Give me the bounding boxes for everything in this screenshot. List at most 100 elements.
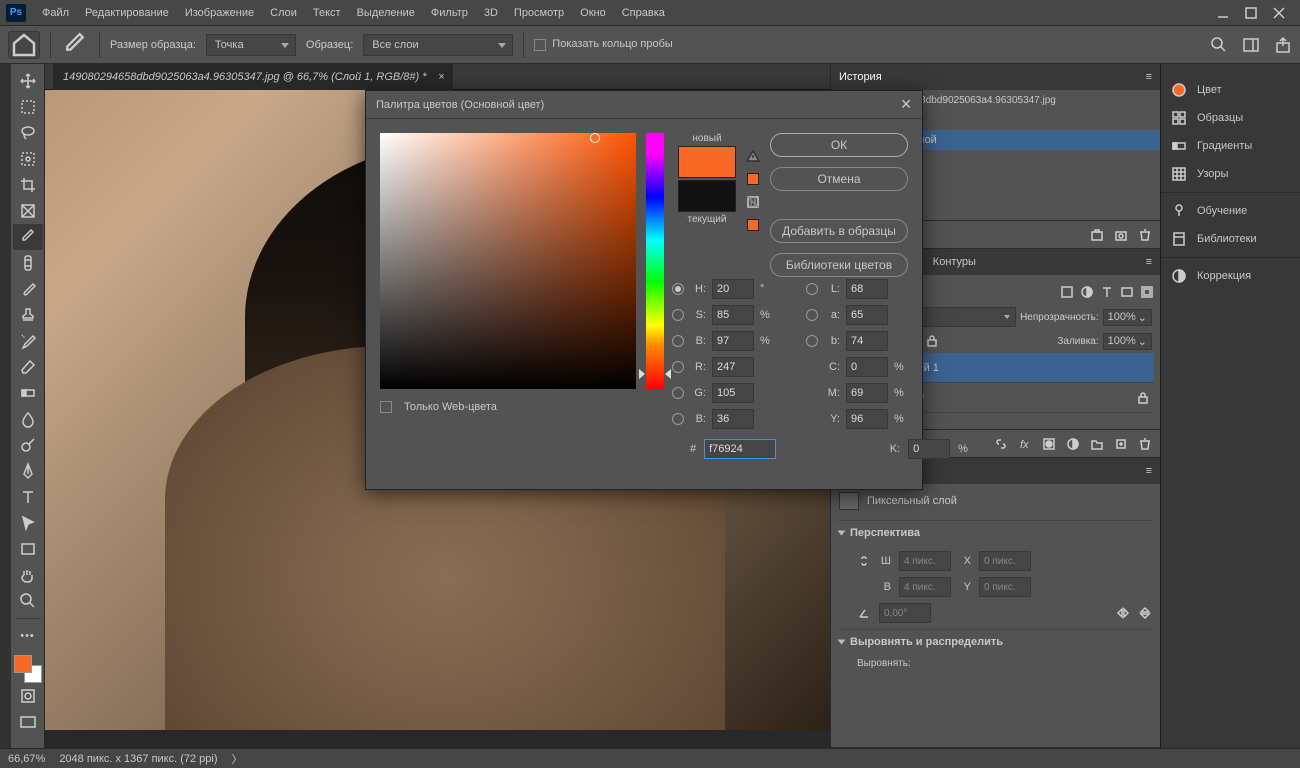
menu-image[interactable]: Изображение <box>177 3 262 23</box>
gamut-color-swatch[interactable] <box>747 173 759 185</box>
lasso-tool[interactable] <box>13 120 43 146</box>
hue-radio[interactable] <box>672 283 684 295</box>
sat-input[interactable] <box>712 305 754 325</box>
fx-icon[interactable]: fx <box>1018 437 1032 451</box>
gradient-tool[interactable] <box>13 380 43 406</box>
quick-select-tool[interactable] <box>13 146 43 172</box>
hand-tool[interactable] <box>13 562 43 588</box>
sample-size-select[interactable]: Точка <box>206 34 296 56</box>
menu-filter[interactable]: Фильтр <box>423 3 476 23</box>
current-color-swatch[interactable] <box>678 180 736 212</box>
group-icon[interactable] <box>1090 437 1104 451</box>
y-input[interactable] <box>979 577 1031 597</box>
opacity-input[interactable]: 100%⌄ <box>1103 309 1152 326</box>
bri-input[interactable] <box>712 331 754 351</box>
b-input[interactable] <box>846 331 888 351</box>
websafe-warning-icon[interactable] <box>746 195 760 209</box>
sat-radio[interactable] <box>672 309 684 321</box>
menu-help[interactable]: Справка <box>614 3 673 23</box>
close-tab-icon[interactable]: × <box>438 71 444 83</box>
history-tab[interactable]: История <box>839 69 882 85</box>
menu-window[interactable]: Окно <box>572 3 614 23</box>
color-libraries-button[interactable]: Библиотеки цветов <box>770 253 908 277</box>
gamut-warning-icon[interactable] <box>746 149 760 163</box>
filter-pixel-icon[interactable] <box>1060 285 1074 299</box>
filter-type-icon[interactable] <box>1100 285 1114 299</box>
trash-icon[interactable] <box>1138 437 1152 451</box>
path-select-tool[interactable] <box>13 510 43 536</box>
menu-view[interactable]: Просмотр <box>506 3 572 23</box>
foreground-color[interactable] <box>14 655 32 673</box>
new-snapshot-icon[interactable] <box>1090 228 1104 242</box>
rail-gradients[interactable]: Градиенты <box>1161 132 1300 160</box>
rail-libraries[interactable]: Библиотеки <box>1161 225 1300 253</box>
add-swatch-button[interactable]: Добавить в образцы <box>770 219 908 243</box>
dialog-titlebar[interactable]: Палитра цветов (Основной цвет) ✕ <box>366 91 922 119</box>
websafe-color-swatch[interactable] <box>747 219 759 231</box>
perspective-section[interactable]: Перспектива <box>839 520 1152 545</box>
l-input[interactable] <box>846 279 888 299</box>
menu-3d[interactable]: 3D <box>476 3 506 23</box>
a-radio[interactable] <box>806 309 818 321</box>
brush-tool[interactable] <box>13 276 43 302</box>
share-icon[interactable] <box>1274 36 1292 54</box>
filter-adjust-icon[interactable] <box>1080 285 1094 299</box>
bb-input[interactable] <box>712 409 754 429</box>
height-input[interactable] <box>899 577 951 597</box>
c-input[interactable] <box>846 357 888 377</box>
flip-h-icon[interactable] <box>1116 606 1130 620</box>
history-brush-tool[interactable] <box>13 328 43 354</box>
link-dims-icon[interactable] <box>857 554 871 568</box>
rail-learn[interactable]: Обучение <box>1161 197 1300 225</box>
show-sampling-ring[interactable]: Показать кольцо пробы <box>534 38 673 50</box>
r-input[interactable] <box>712 357 754 377</box>
mask-icon[interactable] <box>1042 437 1056 451</box>
crop-tool[interactable] <box>13 172 43 198</box>
healing-tool[interactable] <box>13 250 43 276</box>
panel-menu-icon[interactable]: ≡ <box>1146 71 1152 83</box>
menu-layers[interactable]: Слои <box>262 3 305 23</box>
distribute-section[interactable]: Выровнять и распределить <box>839 629 1152 654</box>
r-radio[interactable] <box>672 361 684 373</box>
edit-toolbar[interactable]: ••• <box>13 623 43 649</box>
rail-patterns[interactable]: Узоры <box>1161 160 1300 188</box>
saturation-value-field[interactable] <box>380 133 636 389</box>
bb-radio[interactable] <box>672 413 684 425</box>
eraser-tool[interactable] <box>13 354 43 380</box>
dodge-tool[interactable] <box>13 432 43 458</box>
move-tool[interactable] <box>13 68 43 94</box>
sample-select[interactable]: Все слои <box>363 34 513 56</box>
a-input[interactable] <box>846 305 888 325</box>
camera-icon[interactable] <box>1114 228 1128 242</box>
l-radio[interactable] <box>806 283 818 295</box>
rail-adjustments[interactable]: Коррекция <box>1161 262 1300 290</box>
k-input[interactable] <box>908 439 950 459</box>
search-icon[interactable] <box>1210 36 1228 54</box>
menu-edit[interactable]: Редактирование <box>77 3 177 23</box>
cancel-button[interactable]: Отмена <box>770 167 908 191</box>
pen-tool[interactable] <box>13 458 43 484</box>
new-layer-icon[interactable] <box>1114 437 1128 451</box>
hex-input[interactable] <box>704 439 776 459</box>
zoom-level[interactable]: 66,67% <box>8 753 45 765</box>
g-radio[interactable] <box>672 387 684 399</box>
width-input[interactable] <box>899 551 951 571</box>
lock-all-icon[interactable] <box>925 334 939 348</box>
adjustment-icon[interactable] <box>1066 437 1080 451</box>
menu-file[interactable]: Файл <box>34 3 77 23</box>
hue-input[interactable] <box>712 279 754 299</box>
b-radio[interactable] <box>806 335 818 347</box>
blur-tool[interactable] <box>13 406 43 432</box>
maximize-button[interactable] <box>1244 6 1258 20</box>
web-only-checkbox[interactable]: Только Web-цвета <box>380 401 497 413</box>
rail-color[interactable]: Цвет <box>1161 76 1300 104</box>
g-input[interactable] <box>712 383 754 403</box>
document-tab[interactable]: 149080294658dbd9025063a4.96305347.jpg @ … <box>53 64 453 90</box>
quick-mask-tool[interactable] <box>13 683 43 709</box>
paths-tab[interactable]: Контуры <box>933 254 976 270</box>
marquee-tool[interactable] <box>13 94 43 120</box>
panel-menu-icon[interactable]: ≡ <box>1146 256 1152 268</box>
trash-icon[interactable] <box>1138 228 1152 242</box>
bri-radio[interactable] <box>672 335 684 347</box>
angle-input[interactable] <box>879 603 931 623</box>
